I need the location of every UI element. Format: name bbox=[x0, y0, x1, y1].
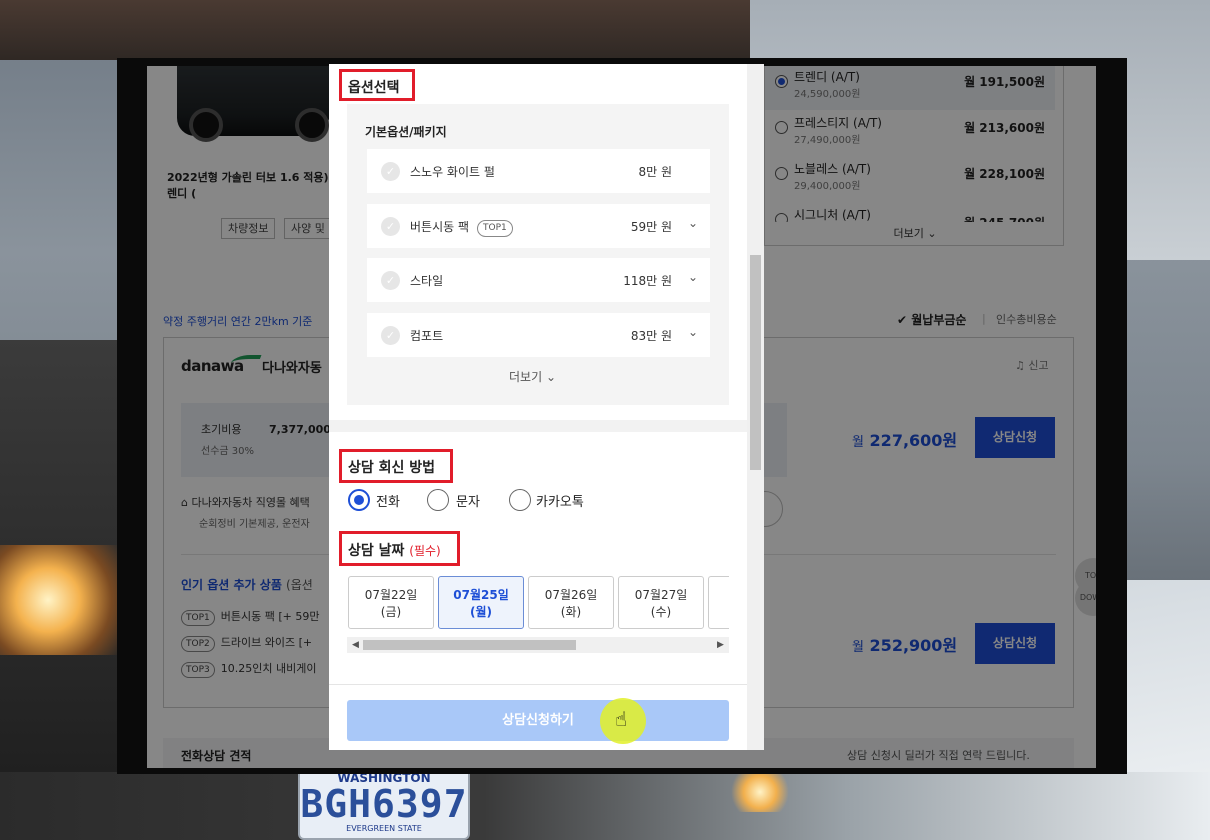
options-title: 옵션선택 bbox=[348, 80, 400, 96]
option-item[interactable]: ✓ 버튼시동 팩 TOP1 59만 원 ⌄ bbox=[367, 204, 710, 248]
license-plate: WASHINGTON BGH6397 EVERGREEN STATE bbox=[298, 772, 470, 840]
options-more-label: 더보기 bbox=[509, 370, 543, 384]
date-text: 07월27일 bbox=[634, 588, 688, 602]
check-icon[interactable]: ✓ bbox=[381, 162, 400, 181]
options-group-title: 기본옵션/패키지 bbox=[365, 125, 447, 139]
date-option[interactable]: 07월26일 (화) bbox=[528, 576, 614, 629]
option-item[interactable]: ✓ 컴포트 83만 원 ⌄ bbox=[367, 313, 710, 357]
reply-label-kakao: 카카오톡 bbox=[536, 495, 584, 510]
consult-date-title: 상담 날짜 (필수) bbox=[348, 540, 441, 560]
chevron-down-icon[interactable]: ⌄ bbox=[688, 216, 698, 230]
plate-number: BGH6397 bbox=[300, 782, 468, 826]
consult-date-label: 상담 날짜 bbox=[348, 543, 405, 559]
option-name: 스타일 bbox=[410, 274, 444, 288]
date-option[interactable]: 07월25일 (월) bbox=[438, 576, 524, 629]
option-item[interactable]: ✓ 스노우 화이트 펄 8만 원 bbox=[367, 149, 710, 193]
headlight bbox=[0, 545, 120, 655]
chevron-down-icon[interactable]: ⌄ bbox=[688, 325, 698, 339]
option-price: 118만 원 bbox=[623, 274, 672, 288]
option-name-row: 버튼시동 팩 TOP1 bbox=[410, 218, 513, 237]
day-text: (수) bbox=[650, 605, 672, 619]
section-divider bbox=[329, 420, 764, 432]
top-badge: TOP1 bbox=[477, 220, 513, 237]
date-option-partial[interactable] bbox=[708, 576, 729, 629]
option-price: 83만 원 bbox=[630, 329, 672, 343]
headlight-right bbox=[730, 772, 790, 812]
submit-consult-button[interactable]: 상담신청하기 bbox=[347, 700, 729, 741]
date-scrollbar-thumb[interactable] bbox=[363, 640, 576, 650]
check-icon[interactable]: ✓ bbox=[381, 271, 400, 290]
required-mark: (필수) bbox=[409, 544, 441, 558]
consult-modal: 옵션선택 기본옵션/패키지 ✓ 스노우 화이트 펄 8만 원 ✓ 버튼시동 팩 T… bbox=[329, 64, 764, 750]
option-item[interactable]: ✓ 스타일 118만 원 ⌄ bbox=[367, 258, 710, 302]
reply-radio-kakao[interactable] bbox=[509, 489, 531, 511]
hand-cursor-icon: ☝ bbox=[615, 707, 628, 731]
date-text: 07월26일 bbox=[544, 588, 598, 602]
option-name: 컴포트 bbox=[410, 329, 444, 343]
reply-radio-phone[interactable] bbox=[348, 489, 370, 511]
options-more-button[interactable]: 더보기 ⌄ bbox=[509, 368, 556, 385]
option-price: 8만 원 bbox=[638, 165, 672, 179]
day-text: (금) bbox=[380, 605, 402, 619]
date-text: 07월25일 bbox=[453, 588, 509, 602]
chevron-down-icon[interactable]: ⌄ bbox=[688, 270, 698, 284]
check-icon[interactable]: ✓ bbox=[381, 326, 400, 345]
reply-label-phone: 전화 bbox=[376, 495, 400, 510]
chevron-down-icon: ⌄ bbox=[545, 370, 557, 384]
day-text: (월) bbox=[469, 605, 492, 619]
date-text: 07월22일 bbox=[364, 588, 418, 602]
reply-radio-sms[interactable] bbox=[427, 489, 449, 511]
ground-strip bbox=[0, 772, 1210, 840]
date-option[interactable]: 07월22일 (금) bbox=[348, 576, 434, 629]
check-icon[interactable]: ✓ bbox=[381, 217, 400, 236]
building-roof bbox=[0, 0, 760, 60]
option-name: 스노우 화이트 펄 bbox=[410, 165, 495, 179]
option-name: 버튼시동 팩 bbox=[410, 220, 470, 234]
date-option[interactable]: 07월27일 (수) bbox=[618, 576, 704, 629]
modal-scrollbar-thumb[interactable] bbox=[750, 255, 761, 470]
reply-method-title: 상담 회신 방법 bbox=[348, 460, 436, 476]
day-text: (화) bbox=[560, 605, 582, 619]
scroll-right-icon[interactable]: ▶ bbox=[717, 637, 724, 653]
option-price: 59만 원 bbox=[630, 220, 672, 234]
footer-divider bbox=[329, 684, 764, 685]
scroll-left-icon[interactable]: ◀ bbox=[352, 637, 359, 653]
reply-label-sms: 문자 bbox=[456, 495, 480, 510]
